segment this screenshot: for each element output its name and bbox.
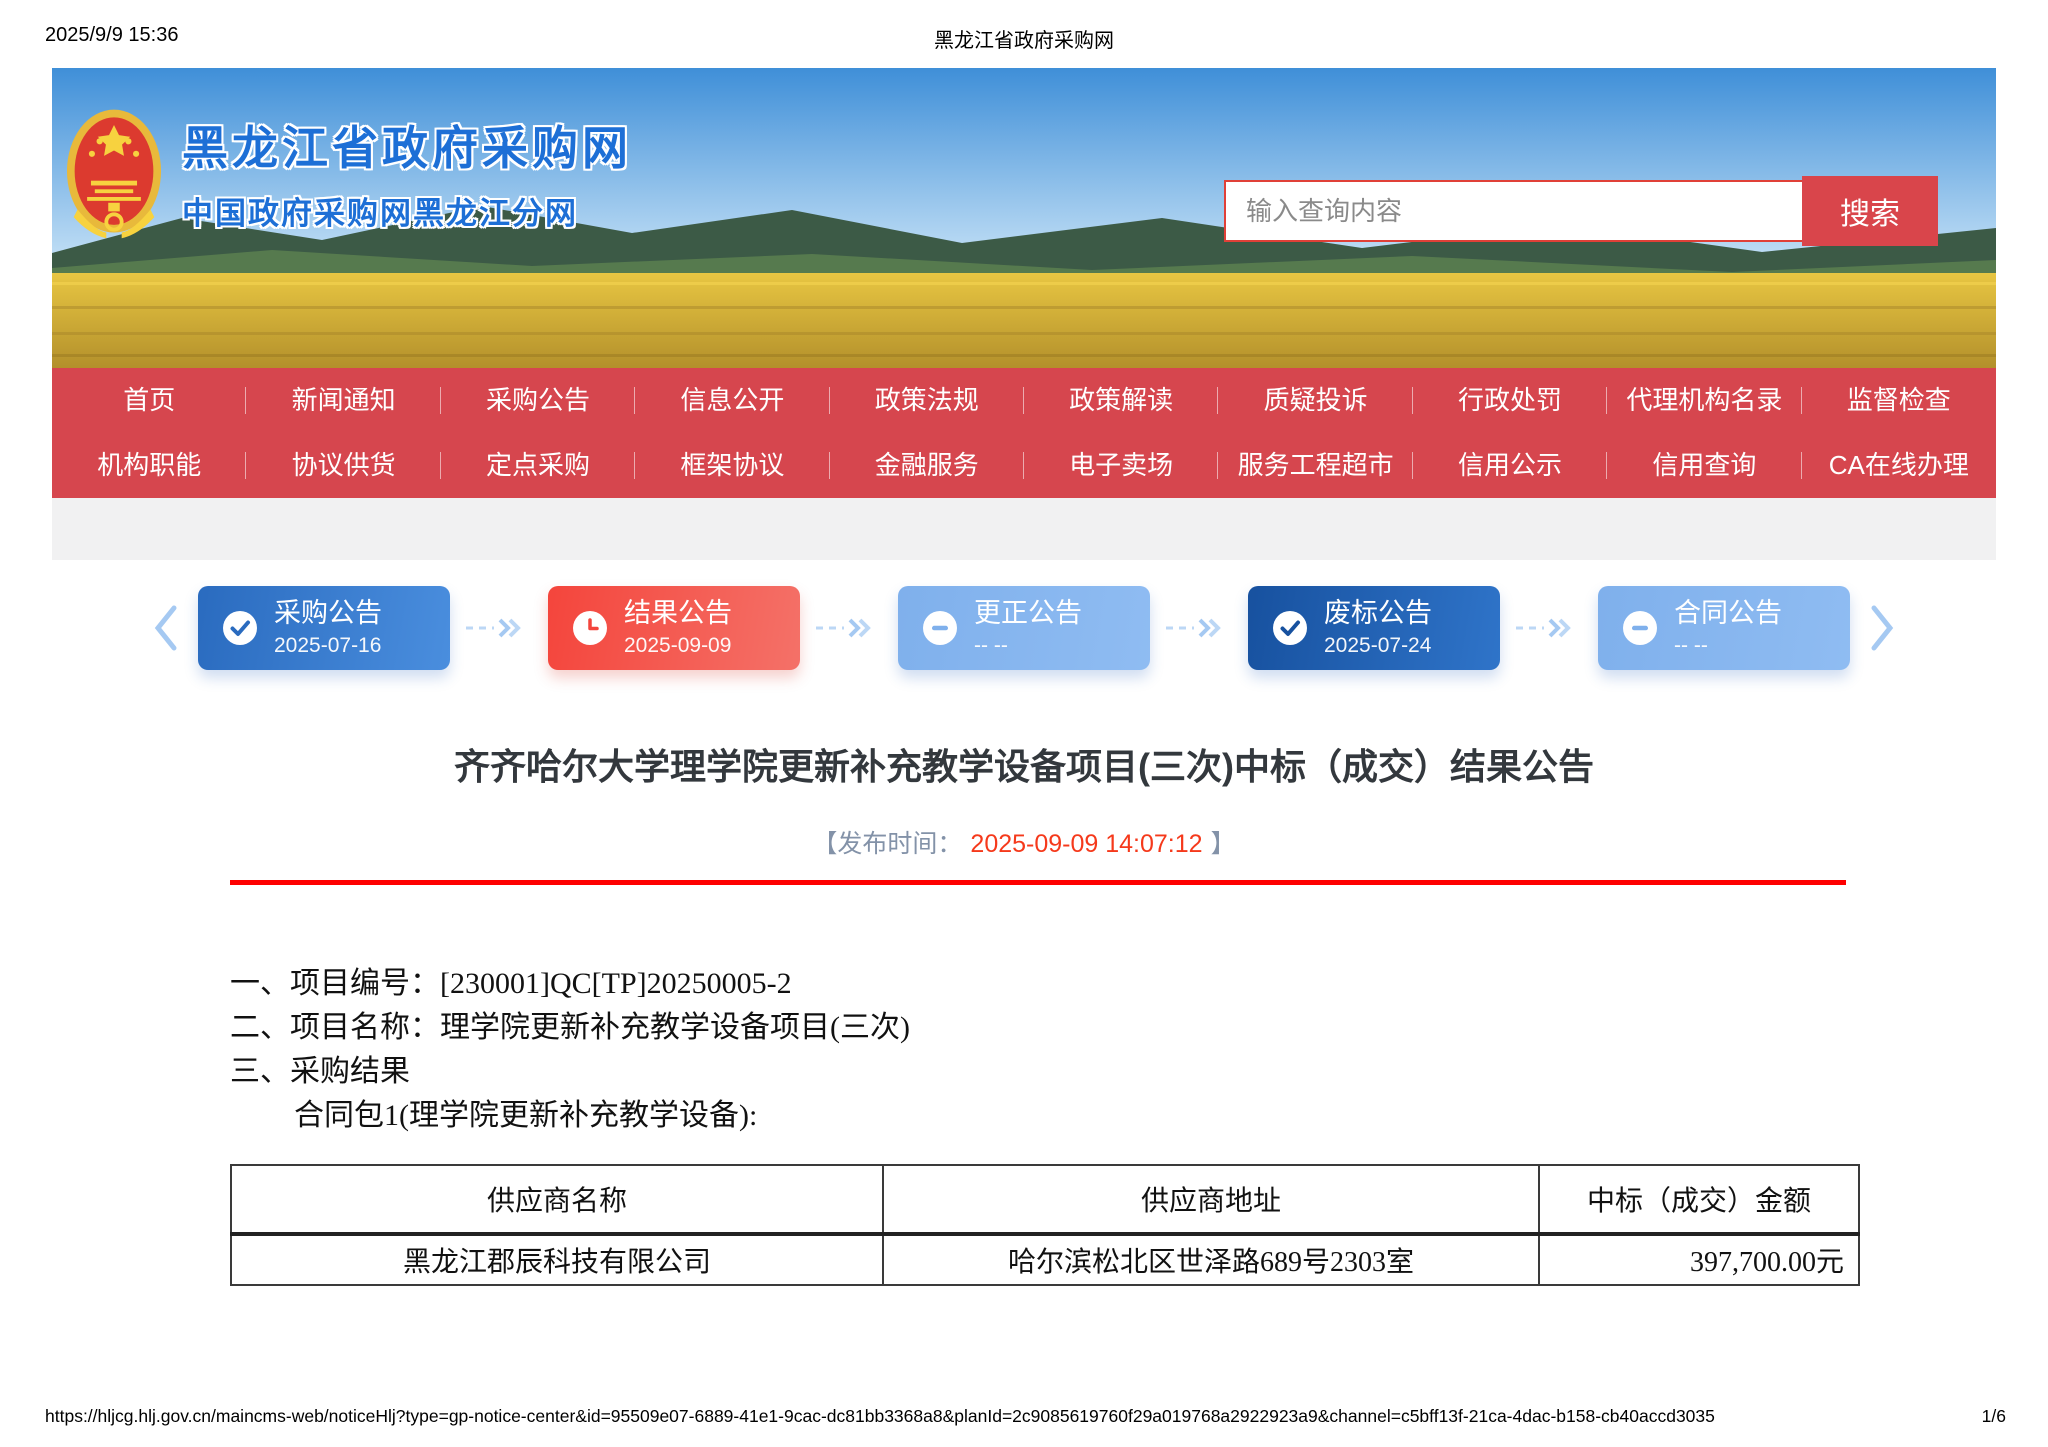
cell-supplier-name: 黑龙江郡辰科技有限公司 <box>231 1234 883 1285</box>
nav-item-inquiry-complaint[interactable]: 质疑投诉 <box>1218 368 1412 433</box>
nav-item-supervision-inspection[interactable]: 监督检查 <box>1802 368 1996 433</box>
check-circle-icon <box>222 610 258 646</box>
dashed-arrow-icon <box>1514 617 1584 639</box>
nav-item-policy-regulations[interactable]: 政策法规 <box>830 368 1024 433</box>
result-table: 供应商名称 供应商地址 中标（成交）金额 黑龙江郡辰科技有限公司 哈尔滨松北区世… <box>230 1164 1860 1286</box>
site-title: 黑龙江省政府采购网 <box>182 112 632 178</box>
nav-item-info-disclosure[interactable]: 信息公开 <box>635 368 829 433</box>
national-emblem-icon <box>66 88 162 258</box>
header-supplier-address: 供应商地址 <box>883 1165 1539 1234</box>
flow-step-label: 更正公告 <box>974 598 1082 629</box>
print-footer: https://hljcg.hlj.gov.cn/maincms-web/not… <box>45 1406 2006 1427</box>
minus-circle-icon <box>1622 610 1658 646</box>
nav-item-credit-publicity[interactable]: 信用公示 <box>1413 433 1607 498</box>
nav-item-agency-directory[interactable]: 代理机构名录 <box>1607 368 1801 433</box>
cell-award-amount: 397,700.00元 <box>1539 1234 1859 1285</box>
contract-package-line: 合同包1(理学院更新补充教学设备): <box>230 1090 1846 1134</box>
project-name-line: 二、项目名称：理学院更新补充教学设备项目(三次) <box>230 1002 1846 1046</box>
nav-item-policy-interpretation[interactable]: 政策解读 <box>1024 368 1218 433</box>
flow-step-date: 2025-07-24 <box>1324 634 1432 658</box>
print-doc-title: 黑龙江省政府采购网 <box>45 24 2003 53</box>
check-circle-icon <box>1272 610 1308 646</box>
site-banner: 黑龙江省政府采购网 中国政府采购网黑龙江分网 搜索 <box>52 68 1996 368</box>
flow-step-date: -- -- <box>974 634 1082 658</box>
flow-step-cancellation-notice[interactable]: 废标公告 2025-07-24 <box>1248 586 1500 670</box>
nav-item-procurement-notice[interactable]: 采购公告 <box>441 368 635 433</box>
flow-step-date: 2025-07-16 <box>274 634 382 658</box>
flow-step-procurement-notice[interactable]: 采购公告 2025-07-16 <box>198 586 450 670</box>
search-input[interactable] <box>1224 180 1804 242</box>
nav-item-service-project-mall[interactable]: 服务工程超市 <box>1218 433 1412 498</box>
site-brand: 黑龙江省政府采购网 中国政府采购网黑龙江分网 <box>66 88 632 258</box>
flow-step-contract-notice[interactable]: 合同公告 -- -- <box>1598 586 1850 670</box>
minus-circle-icon <box>922 610 958 646</box>
cell-supplier-address: 哈尔滨松北区世泽路689号2303室 <box>883 1234 1539 1285</box>
nav-item-designated-procurement[interactable]: 定点采购 <box>441 433 635 498</box>
nav-item-framework-agreement[interactable]: 框架协议 <box>635 433 829 498</box>
page: 2025/9/9 15:36 黑龙江省政府采购网 <box>0 0 2048 1447</box>
header-supplier-name: 供应商名称 <box>231 1165 883 1234</box>
chevron-right-icon[interactable] <box>1870 604 1896 652</box>
clock-icon <box>572 610 608 646</box>
flow-step-result-notice[interactable]: 结果公告 2025-09-09 <box>548 586 800 670</box>
nav-item-credit-query[interactable]: 信用查询 <box>1607 433 1801 498</box>
publish-time-label: 【发布时间： <box>812 830 962 858</box>
dashed-arrow-icon <box>1164 617 1234 639</box>
project-number-line: 一、项目编号：[230001]QC[TP]20250005-2 <box>230 958 1846 1002</box>
notice-flow: 采购公告 2025-07-16 结果公告 2025-09-09 更正公告 <box>0 586 2048 670</box>
notice-body: 一、项目编号：[230001]QC[TP]20250005-2 二、项目名称：理… <box>230 958 1846 1286</box>
print-header: 2025/9/9 15:36 黑龙江省政府采购网 <box>45 24 2003 54</box>
table-row: 黑龙江郡辰科技有限公司 哈尔滨松北区世泽路689号2303室 397,700.0… <box>231 1234 1859 1285</box>
nav-item-financial-services[interactable]: 金融服务 <box>830 433 1024 498</box>
dashed-arrow-icon <box>814 617 884 639</box>
nav-item-e-marketplace[interactable]: 电子卖场 <box>1024 433 1218 498</box>
content-spacer <box>52 498 1996 560</box>
publish-time-line: 【发布时间： 2025-09-09 14:07:12 】 <box>0 824 2048 860</box>
chevron-left-icon[interactable] <box>152 604 178 652</box>
flow-step-date: 2025-09-09 <box>624 634 732 658</box>
nav-item-home[interactable]: 首页 <box>52 368 246 433</box>
flow-step-label: 废标公告 <box>1324 598 1432 629</box>
nav-item-ca-online[interactable]: CA在线办理 <box>1802 433 1996 498</box>
procurement-result-heading: 三、采购结果 <box>230 1046 1846 1090</box>
dashed-arrow-icon <box>464 617 534 639</box>
publish-time-value: 2025-09-09 14:07:12 <box>970 830 1202 858</box>
nav-item-administrative-penalty[interactable]: 行政处罚 <box>1413 368 1607 433</box>
nav-item-org-functions[interactable]: 机构职能 <box>52 433 246 498</box>
table-header-row: 供应商名称 供应商地址 中标（成交）金额 <box>231 1165 1859 1234</box>
flow-step-date: -- -- <box>1674 634 1782 658</box>
nav-item-agreement-supply[interactable]: 协议供货 <box>246 433 440 498</box>
main-nav: 首页 新闻通知 采购公告 信息公开 政策法规 政策解读 质疑投诉 行政处罚 代理… <box>52 368 1996 498</box>
flow-step-correction-notice[interactable]: 更正公告 -- -- <box>898 586 1150 670</box>
search-bar: 搜索 <box>1224 176 1938 246</box>
flow-step-label: 合同公告 <box>1674 598 1782 629</box>
flow-step-label: 采购公告 <box>274 598 382 629</box>
nav-row-2: 机构职能 协议供货 定点采购 框架协议 金融服务 电子卖场 服务工程超市 信用公… <box>52 433 1996 498</box>
header-award-amount: 中标（成交）金额 <box>1539 1165 1859 1234</box>
notice-title: 齐齐哈尔大学理学院更新补充教学设备项目(三次)中标（成交）结果公告 <box>0 738 2048 790</box>
publish-time-label-end: 】 <box>1211 830 1236 858</box>
page-indicator: 1/6 <box>1982 1406 2006 1427</box>
red-divider <box>230 880 1846 885</box>
flow-step-label: 结果公告 <box>624 598 732 629</box>
brand-text: 黑龙江省政府采购网 中国政府采购网黑龙江分网 <box>182 88 632 258</box>
search-button[interactable]: 搜索 <box>1802 176 1938 246</box>
nav-item-news-notice[interactable]: 新闻通知 <box>246 368 440 433</box>
site-subtitle: 中国政府采购网黑龙江分网 <box>182 188 632 233</box>
nav-row-1: 首页 新闻通知 采购公告 信息公开 政策法规 政策解读 质疑投诉 行政处罚 代理… <box>52 368 1996 433</box>
page-url: https://hljcg.hlj.gov.cn/maincms-web/not… <box>45 1406 1715 1427</box>
